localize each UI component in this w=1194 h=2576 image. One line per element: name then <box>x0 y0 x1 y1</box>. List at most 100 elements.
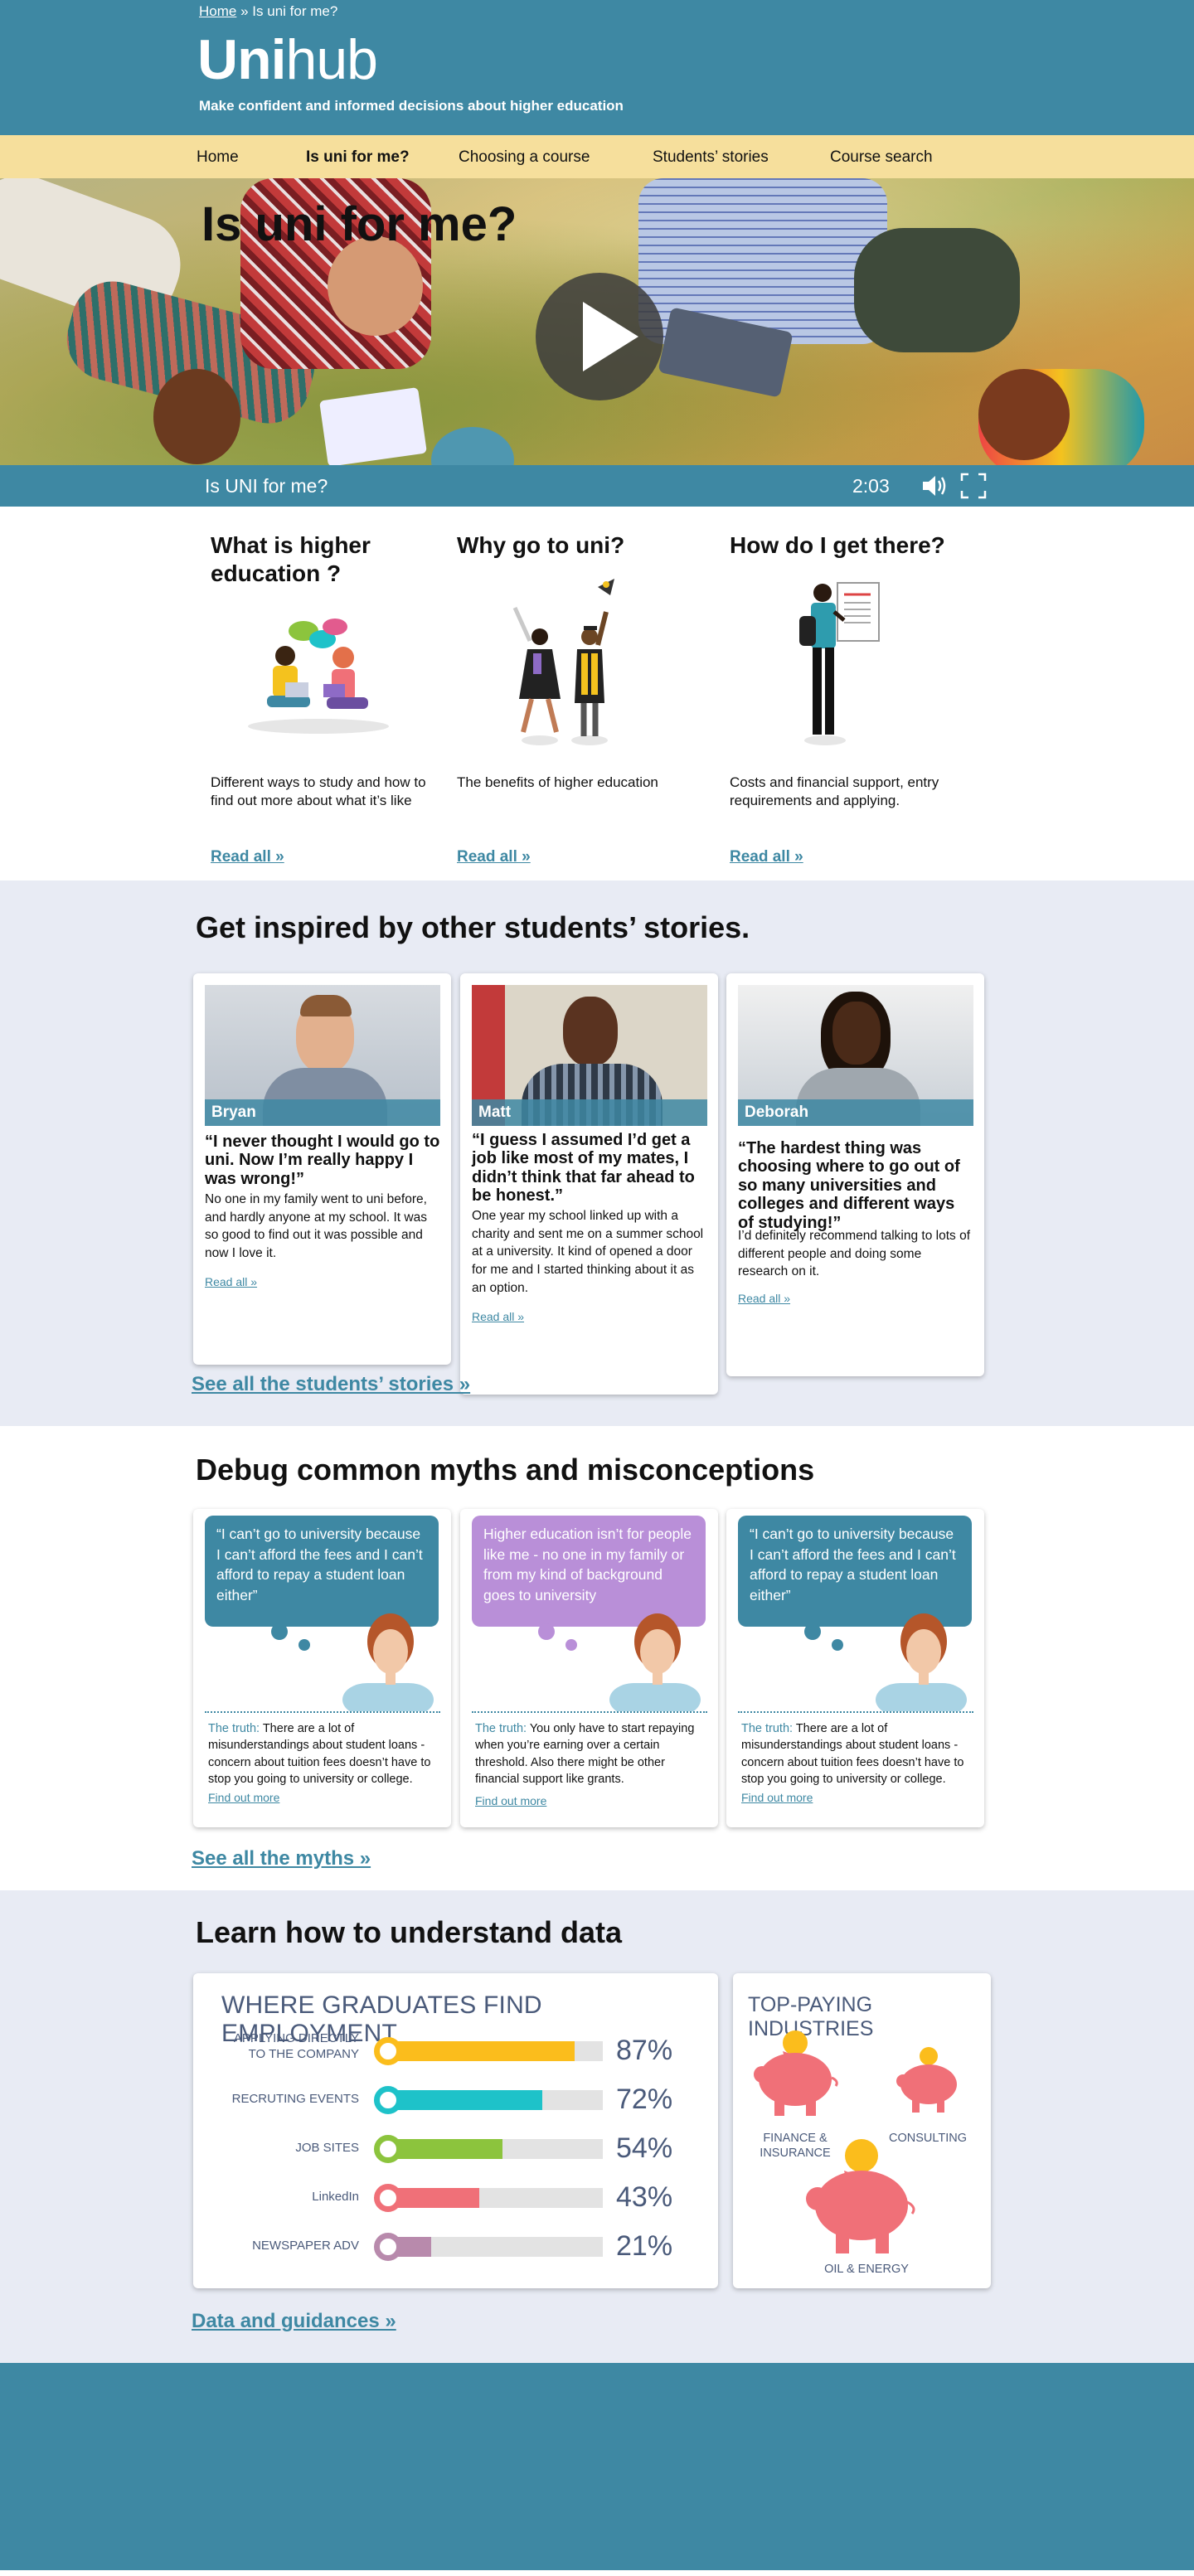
thought-dots-icon <box>804 1623 843 1651</box>
bar-label: APPLYING DIRECTLY TO THE COMPANY <box>233 2031 359 2061</box>
bar-track <box>386 2041 603 2061</box>
main-nav: Home Is uni for me? Choosing a course St… <box>0 135 1194 178</box>
intro-read-all-link[interactable]: Read all » <box>457 848 531 866</box>
hero-head-right <box>978 369 1070 460</box>
hero-video: Is uni for me? <box>0 178 1194 465</box>
bar-dot-icon <box>374 2233 402 2261</box>
woman-thinking-illustration <box>876 1613 967 1711</box>
employment-chart-card: WHERE GRADUATES FIND EMPLOYMENT APPLYING… <box>193 1973 718 2288</box>
student-face <box>832 1002 881 1065</box>
myth-truth: The truth: You only have to start repayi… <box>475 1720 707 1788</box>
see-all-myths-link[interactable]: See all the myths » <box>192 1847 371 1870</box>
hero-backpack <box>854 228 1020 352</box>
play-icon <box>583 302 638 371</box>
find-out-more-link[interactable]: Find out more <box>741 1791 813 1804</box>
intro-col-text: Costs and financial support, entry requi… <box>730 774 939 808</box>
bar-track <box>386 2188 603 2208</box>
student-hair <box>300 995 352 1016</box>
bar-track <box>386 2090 603 2110</box>
bar-track <box>386 2237 603 2257</box>
see-all-stories-link[interactable]: See all the students’ stories » <box>192 1373 470 1396</box>
volume-icon[interactable] <box>920 473 949 503</box>
piggy-bank-icon <box>896 2047 957 2113</box>
story-student-name: Bryan <box>205 1099 440 1126</box>
piggy-bank-icon <box>806 2139 915 2253</box>
breadcrumb: Home » Is uni for me? <box>199 3 337 20</box>
bar-track <box>386 2139 603 2159</box>
woman-thinking-illustration <box>342 1613 434 1711</box>
bar-dot-icon <box>374 2135 402 2163</box>
find-out-more-link[interactable]: Find out more <box>208 1791 279 1804</box>
graduates-illustration <box>512 579 614 745</box>
find-out-more-link[interactable]: Find out more <box>475 1794 546 1807</box>
nav-item-students-stories[interactable]: Students’ stories <box>653 148 769 167</box>
industry-label-oil-energy: OIL & ENERGY <box>824 2263 909 2276</box>
story-body: I’d definitely recommend talking to lots… <box>738 1229 970 1279</box>
truth-label: The truth: <box>741 1722 794 1735</box>
data-title: Learn how to understand data <box>196 1915 623 1949</box>
story-card: Matt “I guess I assumed I’d get a job li… <box>460 973 718 1395</box>
breadcrumb-current: Is uni for me? <box>252 3 338 19</box>
thought-dots-icon <box>538 1623 577 1651</box>
video-controls: Is UNI for me? 2:03 <box>0 465 1194 507</box>
intro-section: What is higher education ? Different way… <box>0 507 1194 880</box>
data-guidances-link[interactable]: Data and guidances » <box>192 2310 396 2333</box>
intro-col-title: How do I get there? <box>730 532 945 558</box>
bar-dot-icon <box>374 2184 402 2212</box>
bar-label: RECRUTING EVENTS <box>231 2092 359 2106</box>
story-quote: “I never thought I would go to uni. Now … <box>205 1133 440 1188</box>
nav-item-choosing-a-course[interactable]: Choosing a course <box>459 148 590 167</box>
bar-percentage: 72% <box>616 2084 673 2115</box>
intro-col-title: Why go to uni? <box>457 532 625 558</box>
data-section: Learn how to understand data WHERE GRADU… <box>0 1890 1194 2363</box>
story-body: One year my school linked up with a char… <box>472 1209 704 1295</box>
site-footer <box>0 2363 1194 2570</box>
video-duration: 2:03 <box>852 475 890 497</box>
logo-light: hub <box>285 28 378 91</box>
story-photo: Matt <box>472 985 707 1126</box>
story-card: Deborah “The hardest thing was choosing … <box>726 973 984 1376</box>
bar-fill <box>386 2139 503 2159</box>
myth-truth: The truth: There are a lot of misunderst… <box>741 1720 973 1788</box>
story-read-all-link[interactable]: Read all » <box>472 1310 524 1323</box>
nav-item-home[interactable]: Home <box>197 148 239 167</box>
bar-label: LinkedIn <box>312 2190 359 2204</box>
student-noticeboard-illustration <box>799 582 880 745</box>
story-quote: “The hardest thing was choosing where to… <box>738 1139 960 1232</box>
story-student-name: Matt <box>472 1099 707 1126</box>
intro-read-all-link[interactable]: Read all » <box>211 848 284 866</box>
story-photo: Bryan <box>205 985 440 1126</box>
intro-col-how-get-there: How do I get there? Costs and financial … <box>730 531 978 866</box>
myth-truth: The truth: There are a lot of misunderst… <box>208 1720 440 1788</box>
breadcrumb-home-link[interactable]: Home <box>199 3 236 19</box>
myth-card: “I can’t go to university because I can’… <box>193 1509 451 1827</box>
intro-col-text: Different ways to study and how to find … <box>211 774 426 808</box>
nav-item-course-search[interactable]: Course search <box>830 148 933 167</box>
play-button[interactable] <box>536 273 663 400</box>
breadcrumb-separator: » <box>240 3 249 19</box>
story-photo: Deborah <box>738 985 973 1126</box>
intro-col-text: The benefits of higher education <box>457 774 658 790</box>
bar-percentage: 43% <box>616 2181 673 2213</box>
woman-thinking-illustration <box>609 1613 701 1711</box>
bar-percentage: 54% <box>616 2132 673 2164</box>
student-face <box>563 997 618 1066</box>
hero-head-girl <box>153 369 240 464</box>
intro-col-higher-education: What is higher education ? Different way… <box>211 531 443 866</box>
bar-dot-icon <box>374 2037 402 2065</box>
logo-bold: Uni <box>197 28 287 91</box>
students-stories-section: Get inspired by other students’ stories.… <box>0 880 1194 1426</box>
bar-percentage: 21% <box>616 2230 673 2262</box>
site-logo[interactable]: Unihub <box>197 32 378 88</box>
bar-dot-icon <box>374 2086 402 2114</box>
story-read-all-link[interactable]: Read all » <box>205 1275 257 1288</box>
bar-label: JOB SITES <box>295 2141 359 2155</box>
fullscreen-icon[interactable] <box>960 473 987 503</box>
bar-fill <box>386 2090 542 2110</box>
intro-read-all-link[interactable]: Read all » <box>730 848 803 866</box>
hero-paper <box>319 387 427 465</box>
story-read-all-link[interactable]: Read all » <box>738 1292 790 1305</box>
site-header: Home » Is uni for me? Unihub Make confid… <box>0 0 1194 135</box>
nav-item-is-uni-for-me[interactable]: Is uni for me? <box>306 148 410 167</box>
myths-title: Debug common myths and misconceptions <box>196 1453 815 1487</box>
